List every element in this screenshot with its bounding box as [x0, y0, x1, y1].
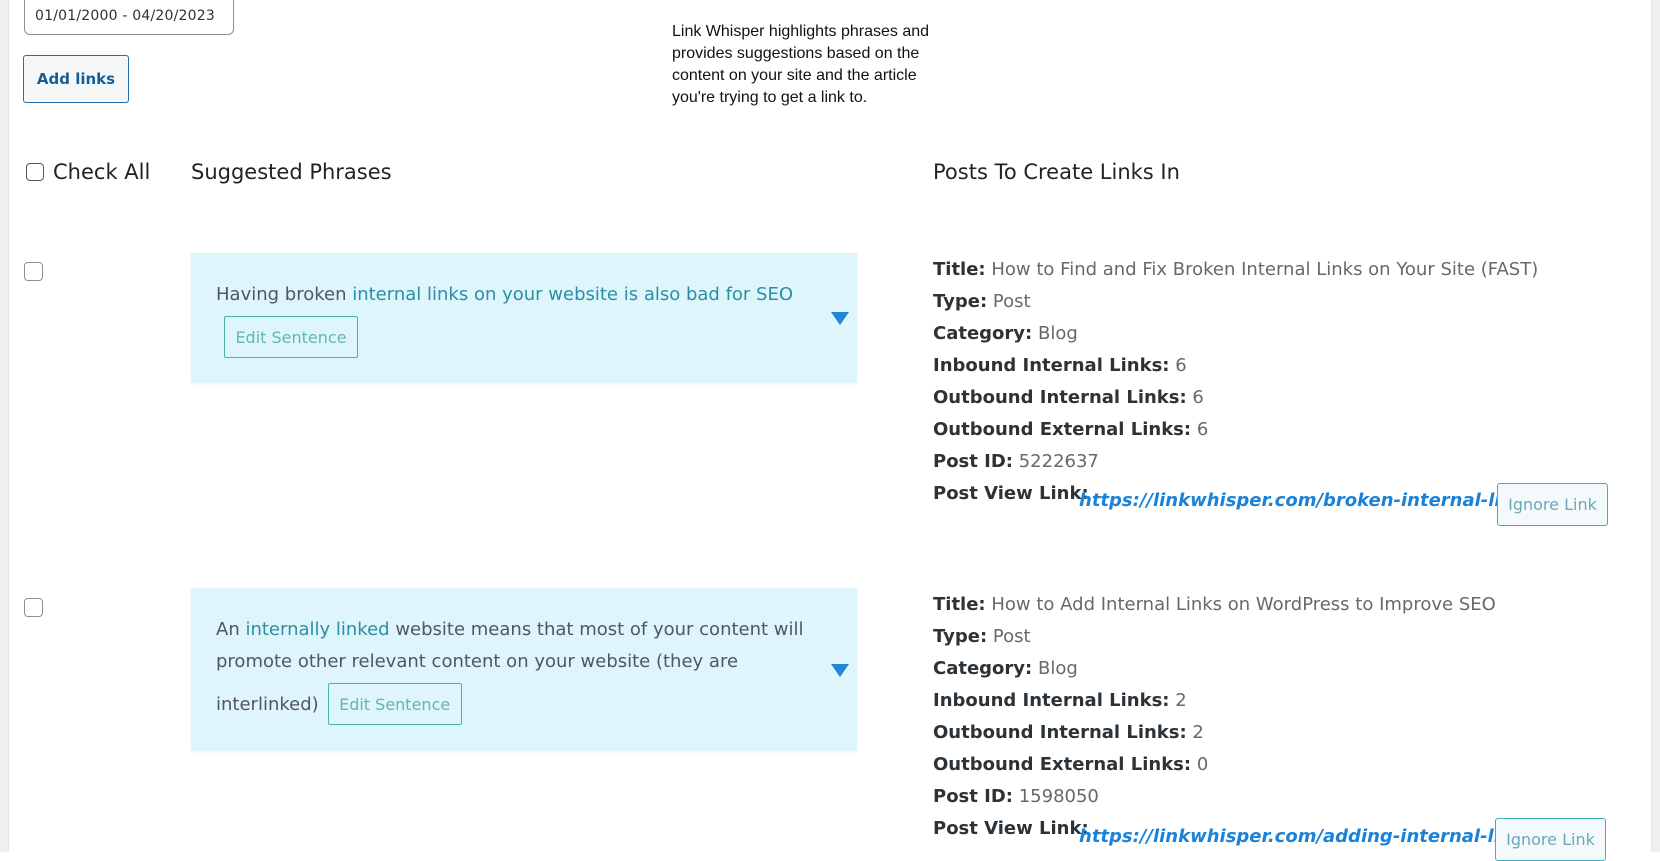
post-id: 1598050 — [1018, 786, 1099, 807]
outbound-internal-label: Outbound Internal Links: — [933, 387, 1187, 408]
phrase-text-pre: An — [216, 619, 246, 640]
expand-triangle-icon[interactable] — [831, 312, 849, 325]
post-view-link-label: Post View Link: — [933, 483, 1089, 504]
phrase-anchor-text[interactable]: internal links on your website is also b… — [352, 284, 793, 305]
edit-sentence-button[interactable]: Edit Sentence — [327, 683, 462, 725]
post-category: Blog — [1037, 323, 1078, 344]
ignore-link-button[interactable]: Ignore Link — [1495, 818, 1606, 861]
phrase-text-pre: Having broken — [216, 284, 353, 305]
post-category: Blog — [1037, 658, 1078, 679]
outbound-internal-count: 6 — [1192, 387, 1204, 408]
outbound-internal-count: 2 — [1192, 722, 1204, 743]
phrase-text-line2: promote other relevant content on your w… — [216, 651, 739, 672]
post-info: Title: How to Add Internal Links on Word… — [933, 589, 1496, 845]
row-checkbox[interactable] — [24, 598, 43, 617]
post-view-link-label: Post View Link: — [933, 818, 1089, 839]
phrase-text-post: website means that most of your content … — [389, 619, 804, 640]
phrase-sentence: Having broken internal links on your web… — [216, 279, 816, 311]
expand-triangle-icon[interactable] — [831, 664, 849, 677]
post-title: How to Add Internal Links on WordPress t… — [991, 594, 1496, 615]
row-checkbox[interactable] — [24, 262, 43, 281]
page-border-right — [1651, 0, 1660, 852]
post-type: Post — [992, 626, 1031, 647]
post-title-label: Title: — [933, 259, 986, 280]
edit-sentence-button[interactable]: Edit Sentence — [224, 316, 358, 358]
date-range-input[interactable]: 01/01/2000 - 04/20/2023 — [24, 0, 234, 35]
posts-to-create-links-heading: Posts To Create Links In — [933, 160, 1180, 184]
outbound-external-label: Outbound External Links: — [933, 754, 1192, 775]
post-type-label: Type: — [933, 626, 988, 647]
check-all-checkbox[interactable] — [26, 163, 44, 181]
table-header: Check All Suggested Phrases Posts To Cre… — [0, 160, 1660, 192]
post-title-label: Title: — [933, 594, 986, 615]
inbound-internal-label: Inbound Internal Links: — [933, 690, 1170, 711]
post-category-label: Category: — [933, 658, 1033, 679]
inbound-internal-label: Inbound Internal Links: — [933, 355, 1170, 376]
post-view-link[interactable]: https://linkwhisper.com/adding-internal-… — [1079, 826, 1542, 847]
post-type: Post — [992, 291, 1031, 312]
phrase-anchor-text[interactable]: internally linked — [245, 619, 389, 640]
suggested-phrase-box: An internally linked website means that … — [191, 588, 857, 751]
ignore-link-button[interactable]: Ignore Link — [1497, 483, 1608, 526]
help-text: Link Whisper highlights phrases and prov… — [672, 23, 930, 106]
suggested-phrases-heading: Suggested Phrases — [191, 160, 392, 184]
phrase-text-line3: interlinked) — [216, 693, 319, 715]
post-id-label: Post ID: — [933, 451, 1013, 472]
post-title: How to Find and Fix Broken Internal Link… — [991, 259, 1539, 280]
post-view-link[interactable]: https://linkwhisper.com/broken-internal-… — [1079, 490, 1543, 511]
post-type-label: Type: — [933, 291, 988, 312]
phrase-sentence: An internally linked website means that … — [216, 614, 836, 678]
check-all-label[interactable]: Check All — [53, 160, 150, 184]
suggested-phrase-box: Having broken internal links on your web… — [191, 253, 857, 383]
outbound-external-count: 0 — [1196, 754, 1209, 775]
inbound-internal-count: 6 — [1175, 355, 1187, 376]
outbound-internal-label: Outbound Internal Links: — [933, 722, 1187, 743]
post-info: Title: How to Find and Fix Broken Intern… — [933, 254, 1538, 510]
outbound-external-count: 6 — [1196, 419, 1209, 440]
outbound-external-label: Outbound External Links: — [933, 419, 1192, 440]
post-category-label: Category: — [933, 323, 1033, 344]
post-id-label: Post ID: — [933, 786, 1013, 807]
post-id: 5222637 — [1018, 451, 1099, 472]
inbound-internal-count: 2 — [1175, 690, 1187, 711]
add-links-button[interactable]: Add links — [23, 55, 129, 103]
page-border-left — [0, 0, 9, 852]
